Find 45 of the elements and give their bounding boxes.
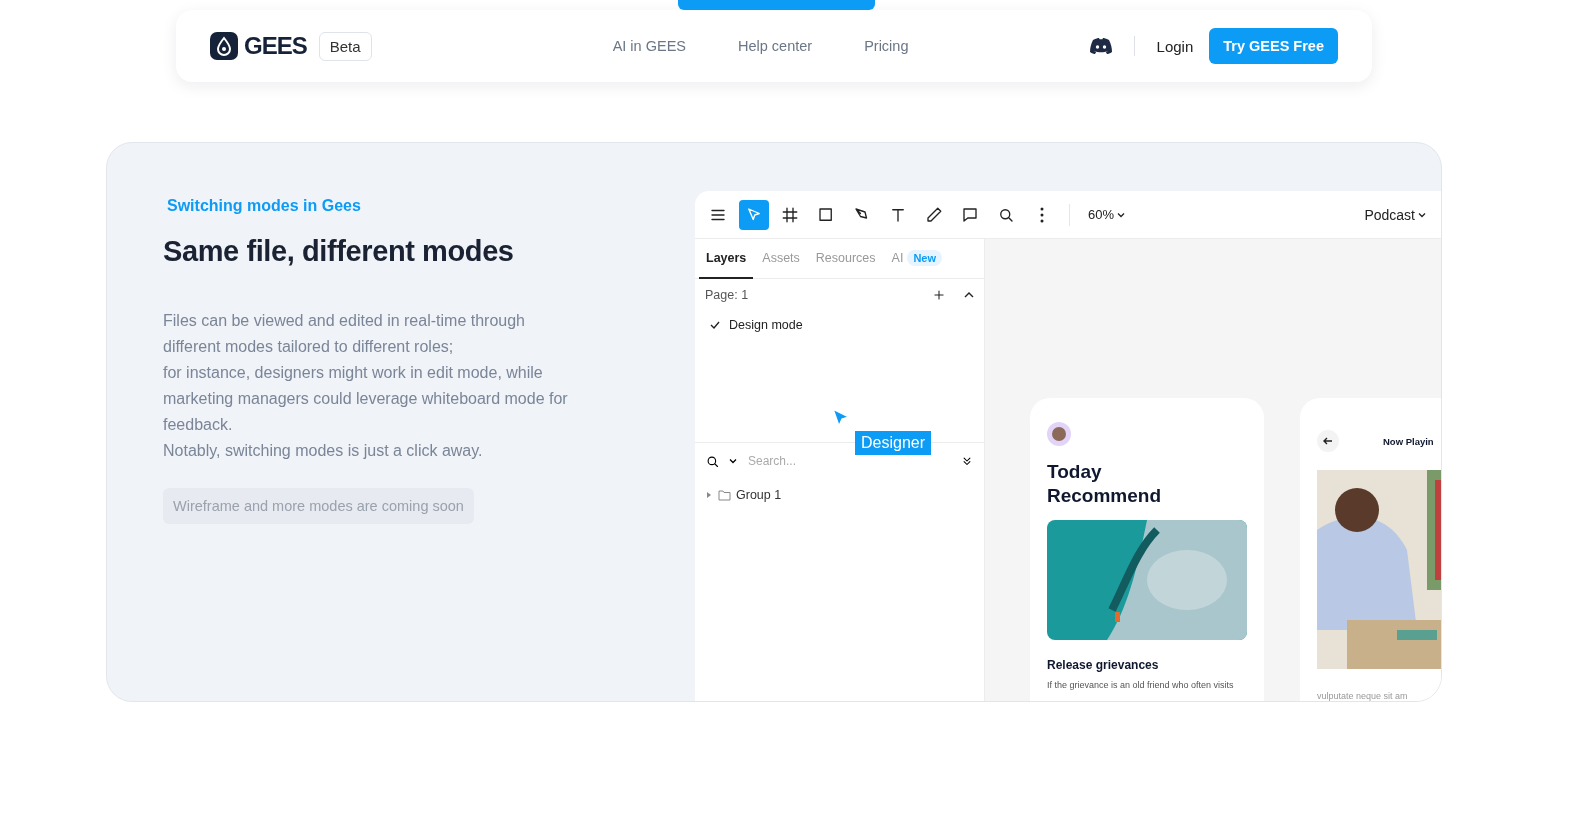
frame-icon [781,205,799,224]
new-badge: New [907,249,942,266]
more-icon [1040,206,1044,223]
panel-tab[interactable]: Layers [699,238,754,279]
nav-link[interactable]: AI in GEES [612,38,686,54]
add-button[interactable] [932,288,946,302]
expand-caret-icon[interactable] [705,491,713,499]
comment-icon [961,205,979,224]
pencil-icon [925,205,943,224]
chevron-up-icon [964,292,974,298]
collapse-button[interactable] [964,292,974,298]
avatar-icon [1047,422,1071,446]
rectangle-icon [817,205,835,224]
panel-tab[interactable]: AI New [884,238,949,279]
back-arrow-icon [1323,437,1333,445]
login-link[interactable]: Login [1156,37,1194,55]
folder-icon [718,489,731,501]
section-title: Same file, different modes [163,235,515,268]
brand-name: GEES [244,32,307,60]
description-text: Notably, switching modes is just a click away. [163,441,484,461]
page-label: Page: 1 [705,288,750,302]
panel-tab[interactable]: Resources [808,238,883,279]
description-text: for instance, designers might work in edit mode, while marketing managers could leverage whiteboard mode for feedback. [163,363,568,435]
nav-link[interactable]: Help center [738,38,813,54]
try-free-button[interactable]: Try GEES Free [1209,28,1338,64]
beta-badge: Beta [318,31,372,61]
layer-item[interactable]: Group 1 [695,479,984,511]
chevron-down-icon [728,456,738,466]
panel-tab[interactable]: Assets [755,238,807,279]
back-button[interactable] [1317,430,1339,452]
discord-icon[interactable] [1089,38,1112,54]
player-title: Now Playin [1383,435,1434,447]
zoom-dropdown[interactable]: 60% [1082,206,1133,223]
logo-icon [210,32,238,60]
nav-link[interactable]: Pricing [864,38,909,54]
card-text: vulputate neque sit am [1317,691,1409,701]
card-heading: Release grievances [1047,658,1160,672]
mode-item[interactable]: Design mode [695,311,984,339]
coming-soon-note: Wireframe and more modes are coming soon [163,488,474,524]
file-dropdown[interactable]: Podcast [1358,205,1433,224]
cursor-label: Designer [855,431,932,455]
section-eyebrow: Switching modes in Gees [167,197,362,215]
description-text: Files can be viewed and edited in real-time through different modes tailored to different roles; [163,311,526,357]
card-title: Today Recommend [1047,460,1163,508]
card-text: If the grievance is an old friend who often visits [1047,680,1235,690]
